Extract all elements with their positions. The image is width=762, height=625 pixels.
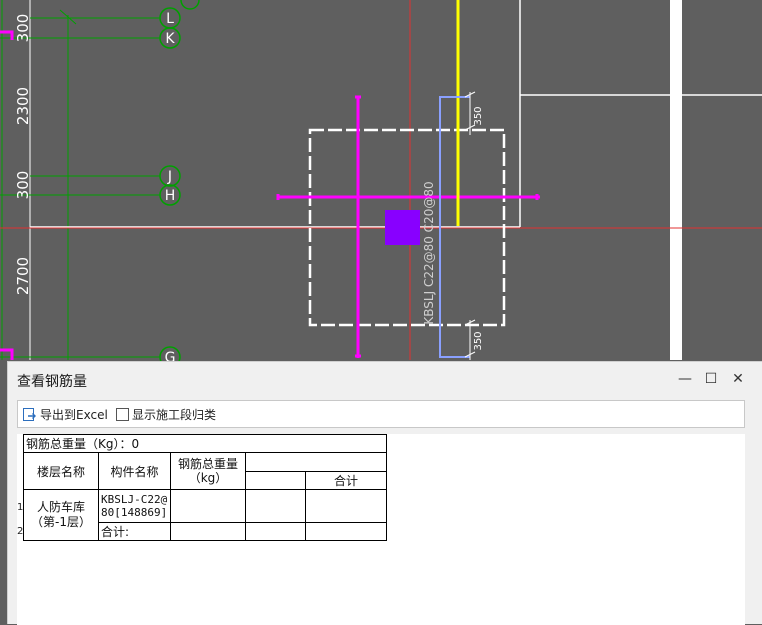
header-total-weight: 钢筋总重量（kg） (170, 452, 246, 490)
cell-sum[interactable] (305, 522, 387, 541)
excel-export-icon (23, 408, 36, 421)
construction-section-label: 显示施工段归类 (132, 408, 217, 422)
export-to-excel-button[interactable]: 导出到Excel (22, 405, 108, 424)
cell-subtotal-label[interactable]: 合计: (98, 522, 171, 541)
dimension-text: 2700 (14, 257, 32, 295)
dialog-title: 查看钢筋量 (17, 374, 87, 390)
header-group (245, 452, 387, 472)
dialog-toolbar: 导出到Excel 显示施工段归类 (17, 400, 745, 428)
cell-value[interactable] (245, 489, 306, 523)
minimize-button[interactable]: — (675, 370, 695, 388)
view-rebar-quantity-dialog: 查看钢筋量 — ☐ ✕ 导出到Excel 显示施工段归类 1 2 钢筋总重量（K… (7, 361, 762, 625)
header-component-name: 构件名称 (98, 452, 171, 490)
maximize-button[interactable]: ☐ (701, 370, 721, 388)
offset-dimension-text: 350 (473, 106, 484, 125)
dimension-text: 300 (14, 14, 32, 43)
rebar-annotation-label: KBSLJ C22@80 C20@80 (422, 181, 436, 324)
header-sum: 合计 (305, 471, 387, 490)
cell-weight[interactable] (170, 522, 246, 541)
dimension-text: 2300 (14, 87, 32, 125)
dimension-text: 300 (14, 171, 32, 200)
cell-floor-name[interactable]: 人防车库（第-1层） (23, 489, 99, 541)
export-to-excel-label: 导出到Excel (40, 408, 108, 422)
show-construction-section-toggle[interactable]: 显示施工段归类 (116, 405, 216, 424)
cell-value[interactable] (245, 522, 306, 541)
axis-label-L: L (166, 11, 174, 27)
header-floor-name: 楼层名称 (23, 452, 99, 490)
header-empty-cell (245, 471, 306, 490)
total-weight-label: 钢筋总重量（Kg）：0 (23, 434, 387, 453)
close-button[interactable]: ✕ (728, 370, 748, 388)
cell-component-name[interactable]: KBSLJ-C22@80[148869] (98, 489, 171, 523)
cell-weight[interactable] (170, 489, 246, 523)
column-edge (670, 0, 682, 360)
axis-label-K: K (165, 31, 175, 47)
construction-section-checkbox[interactable] (116, 408, 129, 421)
axis-label-H: H (165, 188, 176, 204)
rebar-quantity-table: 钢筋总重量（Kg）：0 楼层名称 构件名称 钢筋总重量（kg） 合计 人防车库（… (23, 434, 387, 541)
cell-sum[interactable] (305, 489, 387, 523)
offset-dimension-text: 350 (473, 331, 484, 350)
rebar-results-grid[interactable]: 1 2 钢筋总重量（Kg）：0 楼层名称 构件名称 钢筋总重量（kg） 合计 人… (17, 434, 745, 625)
right-edge-panel (746, 432, 762, 624)
selected-element-marker[interactable] (385, 210, 420, 245)
axis-label-J: J (167, 169, 172, 185)
